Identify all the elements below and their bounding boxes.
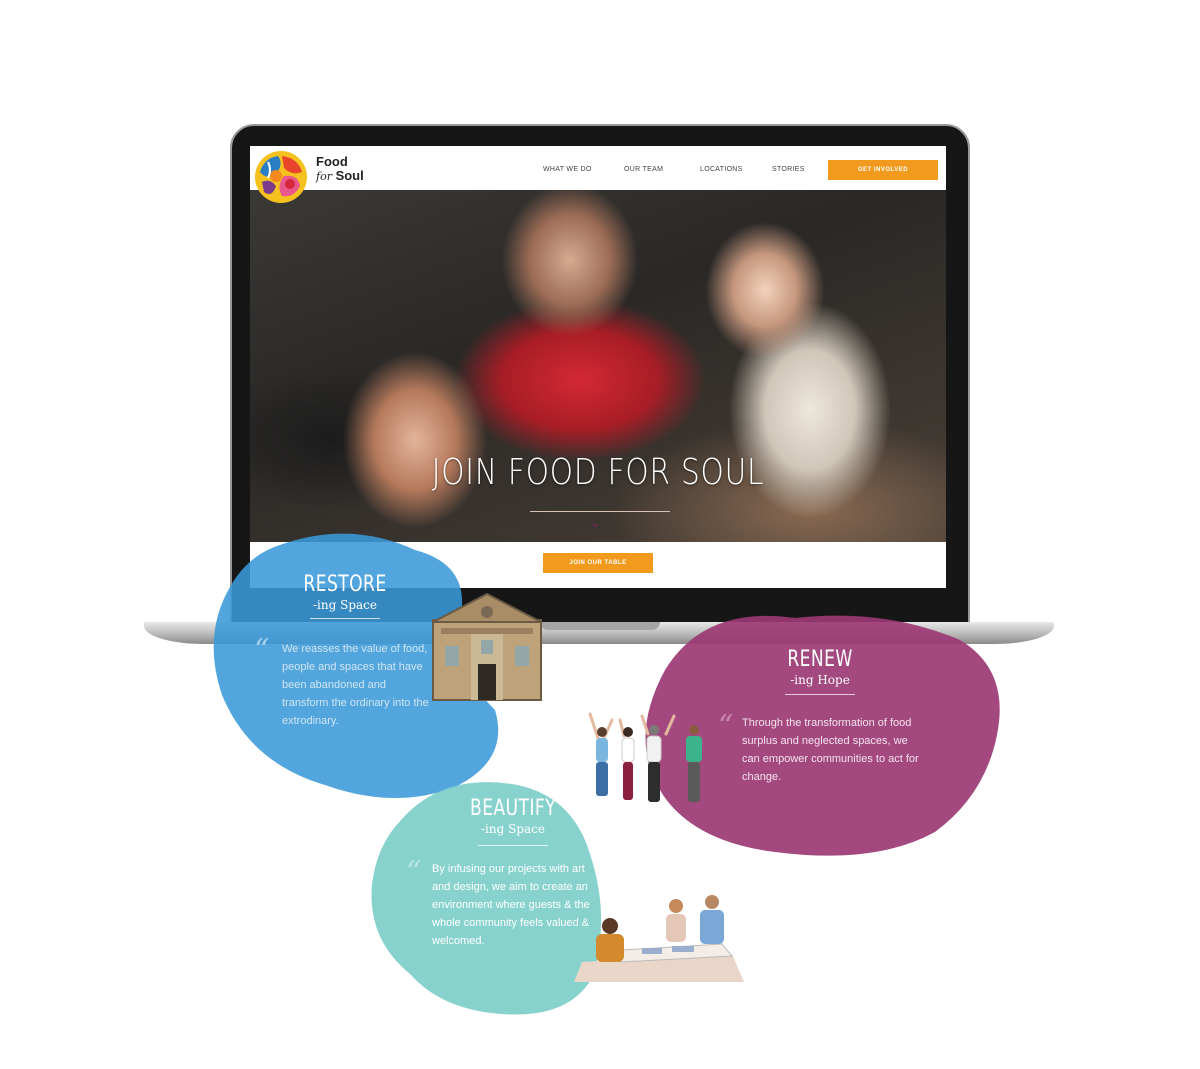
laptop-screen: Food for Soul WHAT WE DO OUR TEAM LOCATI… bbox=[250, 146, 946, 588]
nav-stories[interactable]: STORIES bbox=[772, 166, 805, 173]
beautify-subtitle: -ing Space bbox=[481, 822, 545, 836]
nav-our-team[interactable]: OUR TEAM bbox=[624, 166, 663, 173]
building-illustration bbox=[432, 592, 542, 701]
join-our-table-button[interactable]: JOIN OUR TABLE bbox=[543, 553, 653, 573]
quote-icon: “ bbox=[406, 855, 422, 890]
nav-locations[interactable]: LOCATIONS bbox=[700, 166, 743, 173]
logo-line-2: for Soul bbox=[316, 169, 364, 184]
food-for-soul-logo[interactable] bbox=[254, 150, 308, 204]
hero-photo: JOIN FOOD FOR SOUL ⌄ bbox=[250, 190, 946, 542]
hero-divider bbox=[530, 511, 670, 512]
beautify-rule bbox=[478, 845, 548, 846]
logo-for: for bbox=[316, 170, 332, 183]
logo-text[interactable]: Food for Soul bbox=[316, 155, 364, 184]
renew-text: Through the transformation of food surpl… bbox=[742, 717, 919, 783]
logo-soul: Soul bbox=[331, 168, 364, 183]
restore-title: RESTORE bbox=[303, 572, 387, 597]
logo-line-1: Food bbox=[316, 154, 348, 169]
renew-title: RENEW bbox=[787, 647, 853, 672]
beautify-title: BEAUTIFY bbox=[470, 796, 556, 821]
site-header: Food for Soul WHAT WE DO OUR TEAM LOCATI… bbox=[250, 146, 946, 203]
quote-icon: “ bbox=[718, 709, 734, 744]
get-involved-button[interactable]: GET INVOLVED bbox=[828, 160, 938, 180]
workshop-illustration bbox=[574, 895, 744, 982]
renew-rule bbox=[785, 694, 855, 695]
chevron-down-icon[interactable]: ⌄ bbox=[590, 516, 600, 530]
restore-text: We reasses the value of food, people and… bbox=[282, 643, 429, 727]
renew-subtitle: -ing Hope bbox=[790, 673, 850, 687]
quote-icon: “ bbox=[254, 633, 270, 668]
restore-subtitle: -ing Space bbox=[313, 598, 377, 612]
restore-rule bbox=[310, 618, 380, 619]
nav-what-we-do[interactable]: WHAT WE DO bbox=[543, 166, 592, 173]
hero-title: JOIN FOOD FOR SOUL bbox=[431, 452, 765, 493]
